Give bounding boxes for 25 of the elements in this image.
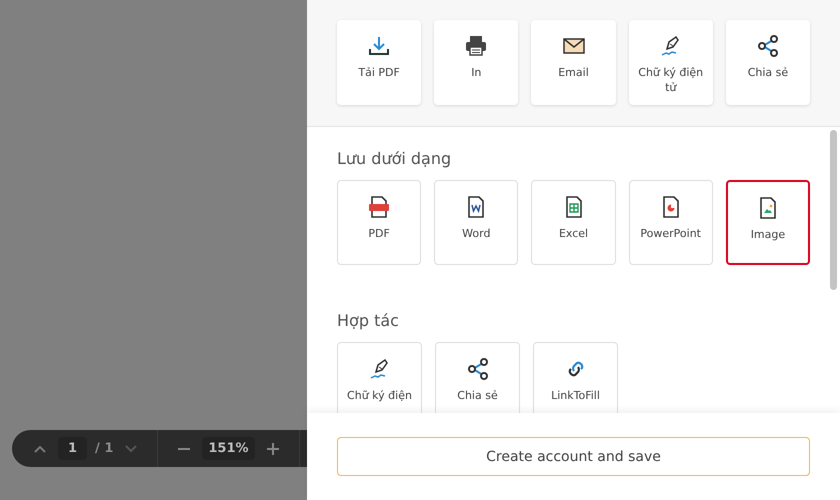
section-heading: Lưu dưới dạng xyxy=(337,149,452,168)
option-card[interactable]: Chia sẻ xyxy=(435,342,520,413)
share-icon xyxy=(756,34,780,58)
page-count: / 1 xyxy=(95,441,114,456)
option-card[interactable]: Email xyxy=(531,20,616,105)
share-icon xyxy=(466,357,490,381)
pdf-file-icon xyxy=(367,195,392,219)
printer-icon xyxy=(464,34,488,58)
create-account-button[interactable]: Create account and save xyxy=(337,437,810,476)
option-card[interactable]: Chữ ký điện tử xyxy=(628,20,713,105)
option-card[interactable]: Chữ ký điện xyxy=(337,342,422,413)
option-card[interactable]: PowerPoint xyxy=(628,180,713,265)
zoom-level: 151% xyxy=(202,437,255,460)
option-card[interactable]: In xyxy=(434,20,518,105)
option-card[interactable]: PDF xyxy=(337,180,422,265)
section-heading: Hợp tác xyxy=(337,311,400,330)
option-card[interactable]: Chia sẻ xyxy=(726,20,810,105)
option-card[interactable]: Tải PDF xyxy=(337,20,422,105)
option-card[interactable]: LinkToFill xyxy=(533,342,618,413)
option-card[interactable]: Image xyxy=(726,180,810,265)
option-card[interactable]: Excel xyxy=(531,180,616,265)
download-icon xyxy=(367,34,392,58)
page-field[interactable]: 1 xyxy=(58,437,88,460)
option-card[interactable]: Word xyxy=(434,180,518,265)
scrollbar-thumb[interactable] xyxy=(830,130,837,290)
